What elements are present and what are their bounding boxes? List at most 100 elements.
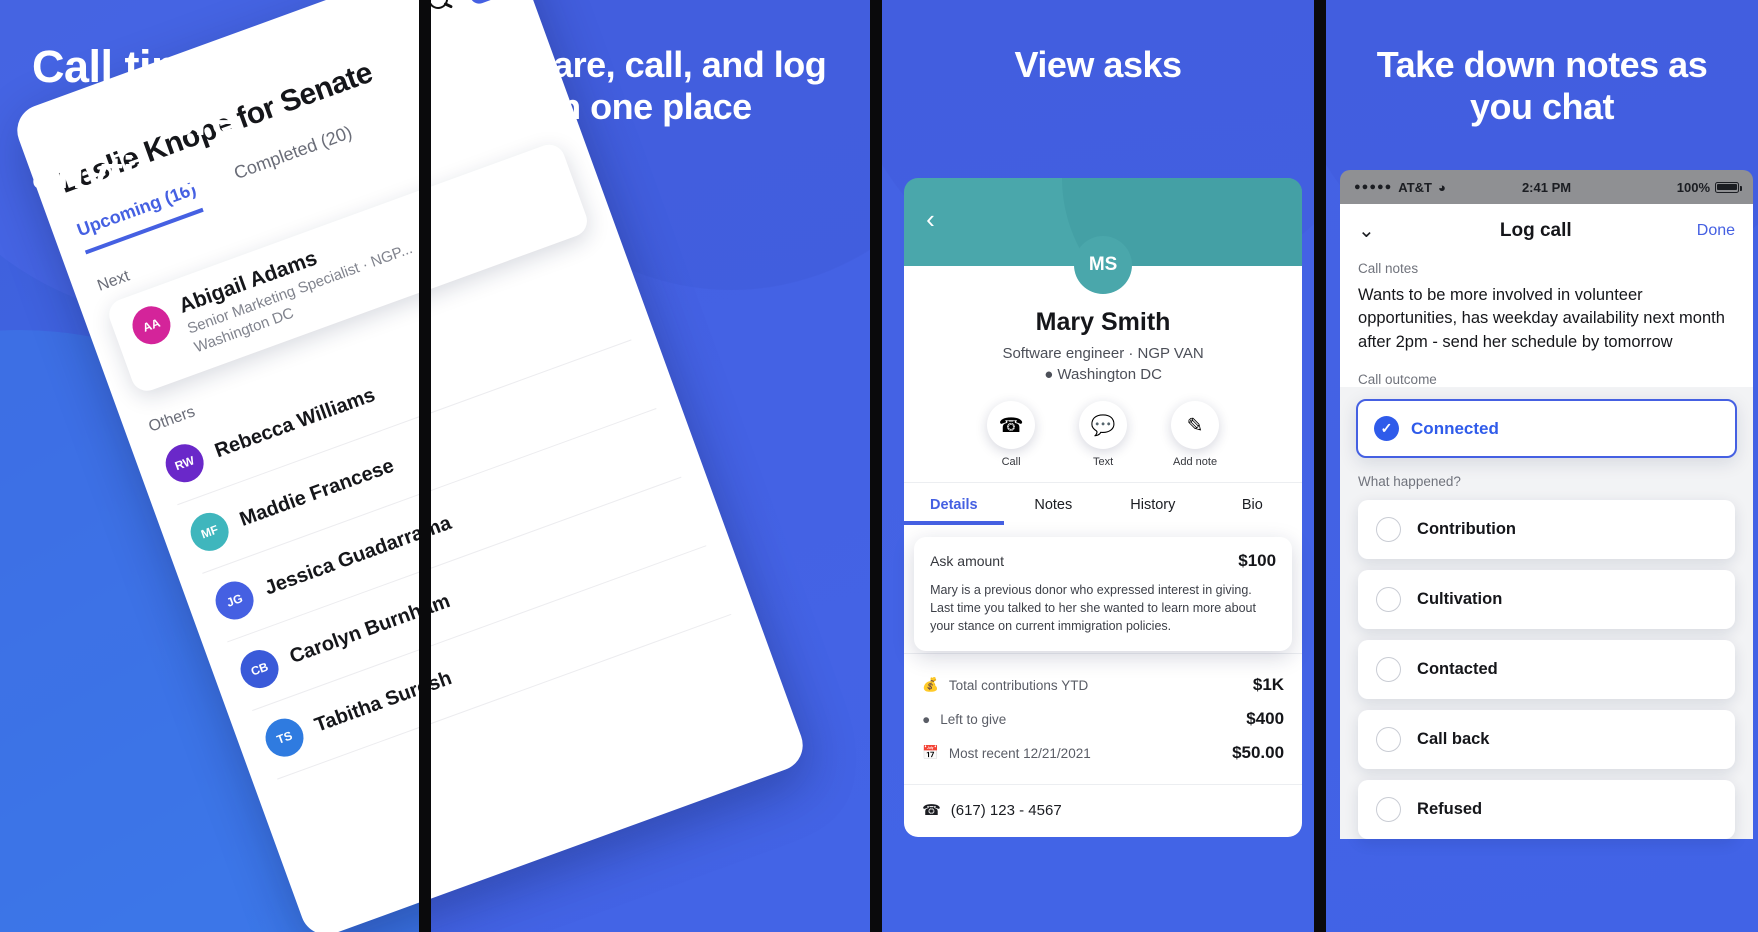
- check-circle-icon: ✓: [1374, 416, 1400, 442]
- coin-icon: ●: [922, 711, 931, 727]
- chat-bubble-icon: 💬: [1079, 401, 1128, 449]
- outcome-options: ✓ Connected What happened? Contribution …: [1340, 387, 1754, 840]
- panel-4-headline: Take down notes as you chat: [1376, 44, 1708, 128]
- radio-icon: [1376, 797, 1402, 823]
- call-notes-input[interactable]: Wants to be more involved in volunteer o…: [1358, 284, 1735, 354]
- contact-location: ● Washington DC: [904, 366, 1302, 383]
- tilted-phone-screen-2: JS Leslie Knope for Senate Upcoming (16)…: [431, 0, 811, 932]
- panel-divider: [419, 0, 432, 932]
- action-label: Add note: [1173, 456, 1218, 468]
- avatar: RW: [160, 438, 210, 488]
- chevron-left-icon[interactable]: ‹: [926, 204, 935, 235]
- panel-divider: [870, 0, 883, 932]
- chevron-down-icon[interactable]: ⌄: [1358, 218, 1375, 243]
- action-label: Text: [1092, 456, 1114, 468]
- avatar: MF: [185, 507, 234, 557]
- note-icon: ✎: [1171, 401, 1220, 449]
- option-label: Call back: [1417, 730, 1490, 749]
- status-time: 2:41 PM: [1521, 179, 1572, 195]
- sheet-header: ⌄ Log call Done: [1358, 218, 1735, 243]
- ask-amount-row: Ask amount $100: [930, 551, 1276, 571]
- stat-label: Left to give: [940, 711, 1007, 727]
- stat-value: $1K: [1252, 675, 1285, 695]
- calendar-icon: 📅: [922, 745, 939, 761]
- contact-detail-screen: ‹ MS Mary Smith Software engineer · NGP …: [904, 178, 1303, 838]
- panel-1-headline: Call time anywhere, anytime: [32, 41, 248, 199]
- avatar: JG: [210, 576, 259, 625]
- phone-number: (617) 123 - 4567: [950, 801, 1062, 819]
- radio-icon: [1376, 727, 1402, 753]
- done-button[interactable]: Done: [1697, 222, 1735, 240]
- stat-value: $50.00: [1232, 743, 1285, 763]
- option-refused[interactable]: Refused: [1358, 780, 1736, 840]
- action-label: Call: [1001, 456, 1021, 468]
- outcome-label: Connected: [1411, 418, 1499, 438]
- avatar: MS: [1074, 236, 1133, 294]
- contact-name: Tabitha Suresh: [431, 666, 455, 737]
- battery-label: 100%: [1676, 179, 1711, 195]
- phone-row[interactable]: ☎ (617) 123 - 4567: [904, 784, 1303, 837]
- option-label: Contribution: [1417, 520, 1516, 539]
- stat-label: Most recent 12/21/2021: [948, 745, 1091, 761]
- tab-history[interactable]: History: [1103, 483, 1203, 525]
- log-call-sheet: ⌄ Log call Done Call notes Wants to be m…: [1340, 204, 1754, 388]
- panel-3-headline: View asks: [1014, 44, 1182, 85]
- ask-amount-value: $100: [1238, 551, 1277, 570]
- radio-icon: [1376, 517, 1402, 543]
- stat-value: $400: [1246, 709, 1285, 729]
- option-label: Cultivation: [1417, 590, 1503, 609]
- stat-row: ● Left to give $400: [922, 702, 1284, 736]
- money-stack-icon: 💰: [922, 677, 939, 693]
- detail-tabs: Details Notes History Bio: [904, 482, 1303, 525]
- action-text[interactable]: 💬 Text: [1079, 401, 1128, 468]
- stat-row: 📅 Most recent 12/21/2021 $50.00: [922, 736, 1284, 770]
- tab-bio[interactable]: Bio: [1203, 483, 1303, 525]
- panel-divider: [1314, 0, 1327, 932]
- panel-prepare-call-log: Prepare, call, and log in one place JS L…: [431, 0, 871, 932]
- avatar: CB: [235, 644, 284, 694]
- action-add-note[interactable]: ✎ Add note: [1171, 401, 1220, 468]
- map-pin-icon: ●: [1044, 366, 1054, 383]
- contact-role: Software engineer · NGP VAN: [1002, 345, 1204, 362]
- stat-label: Total contributions YTD: [948, 677, 1089, 693]
- radio-icon: [1376, 587, 1402, 613]
- carrier-label: AT&T: [1398, 179, 1432, 195]
- contact-actions: ☎ Call 💬 Text ✎ Add note: [904, 401, 1302, 482]
- call-outcome-label: Call outcome: [1358, 372, 1437, 388]
- avatar: AA: [127, 300, 176, 350]
- status-bar: ●●●●● AT&T ◕ 2:41 PM 100%: [1340, 170, 1754, 204]
- battery-icon: [1715, 181, 1743, 193]
- tab-notes[interactable]: Notes: [1004, 483, 1104, 525]
- ask-description: Mary is a previous donor who expressed i…: [930, 583, 1256, 634]
- option-cultivation[interactable]: Cultivation: [1358, 570, 1736, 630]
- tab-details[interactable]: Details: [904, 483, 1004, 525]
- contact-location-text: Washington DC: [1057, 366, 1162, 383]
- option-label: Contacted: [1417, 660, 1498, 679]
- panel-take-notes: Take down notes as you chat ●●●●● AT&T ◕…: [1326, 0, 1758, 932]
- ask-amount-label: Ask amount: [930, 553, 1004, 569]
- outcome-connected[interactable]: ✓ Connected: [1356, 399, 1738, 459]
- wifi-icon: ◕: [1437, 179, 1446, 195]
- profile-body: MS Mary Smith Software engineer · NGP VA…: [904, 236, 1303, 838]
- screenshot-stage: Call time anywhere, anytime JS Leslie Kn…: [0, 0, 1758, 932]
- option-call-back[interactable]: Call back: [1358, 710, 1736, 770]
- action-call[interactable]: ☎ Call: [987, 401, 1036, 468]
- option-label: Refused: [1417, 800, 1483, 819]
- call-notes-label: Call notes: [1358, 261, 1419, 276]
- panel-2-headline: Prepare, call, and log in one place: [475, 44, 827, 128]
- stat-row: 💰 Total contributions YTD $1K: [922, 668, 1284, 702]
- log-call-screen: ●●●●● AT&T ◕ 2:41 PM 100% ⌄ Log call Don…: [1340, 170, 1754, 840]
- page-title: Log call: [1499, 219, 1572, 241]
- panel-call-time: Call time anywhere, anytime JS Leslie Kn…: [0, 0, 420, 932]
- what-happened-label: What happened?: [1358, 474, 1461, 490]
- radio-icon: [1376, 657, 1402, 683]
- signal-dots-icon: ●●●●●: [1354, 181, 1393, 193]
- avatar: TS: [260, 713, 309, 763]
- option-contribution[interactable]: Contribution: [1358, 500, 1736, 560]
- panel-view-asks: View asks ‹ MS Mary Smith Software engin…: [882, 0, 1315, 932]
- phone-icon: ☎: [987, 401, 1036, 449]
- contribution-stats: 💰 Total contributions YTD $1K ● Left to …: [904, 653, 1303, 774]
- ask-amount-card: Ask amount $100 Mary is a previous donor…: [914, 537, 1293, 652]
- app-screen-call-list-continued: JS Leslie Knope for Senate Upcoming (16)…: [431, 0, 811, 932]
- option-contacted[interactable]: Contacted: [1358, 640, 1736, 700]
